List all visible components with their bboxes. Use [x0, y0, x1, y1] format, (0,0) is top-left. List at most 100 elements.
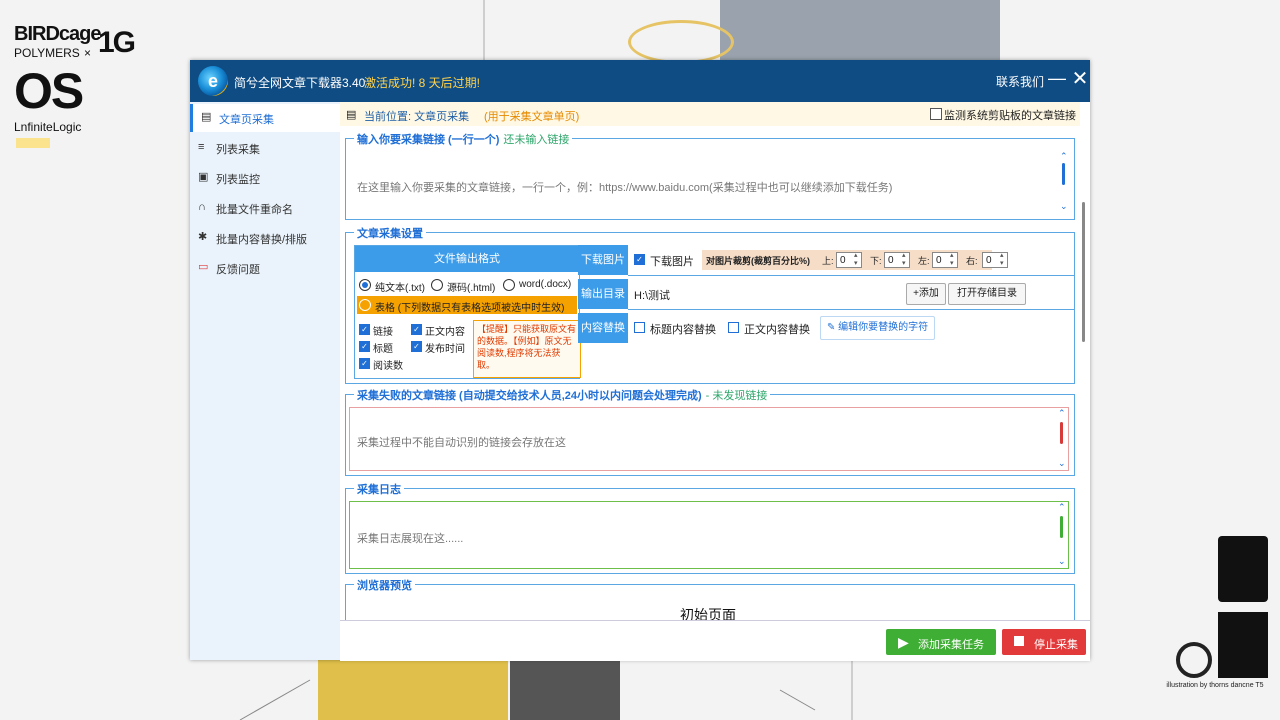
content-replace-row: 标题内容替换 正文内容替换 ✎ 编辑你要替换的字符	[628, 313, 1074, 343]
poster-circle-logo	[1176, 642, 1212, 678]
format-table-option[interactable]: 表格 (下列数据只有表格选项被选中时生效)	[357, 296, 577, 314]
location-document-icon: ▤	[346, 109, 357, 121]
scrollbar-thumb[interactable]	[1060, 422, 1063, 444]
title-bar: e 简兮全网文章下载器3.40 激活成功! 8 天后过期! 联系我们 — ✕	[190, 60, 1090, 102]
edit-replace-button[interactable]: ✎ 编辑你要替换的字符	[820, 316, 936, 340]
format-docx-radio[interactable]	[503, 279, 515, 291]
field-title-label: 标题	[373, 344, 393, 355]
crop-right-input[interactable]: 0	[982, 252, 1008, 268]
format-table-label: 表格 (下列数据只有表格选项被选中时生效)	[375, 303, 565, 314]
sidebar-item-article-page[interactable]: ▤ 文章页采集	[190, 104, 340, 132]
format-html-radio[interactable]	[431, 279, 443, 291]
poster-halo	[628, 20, 734, 64]
log-group: 采集日志 采集日志展现在这...... ⌃ ⌄	[345, 481, 1075, 574]
sidebar-item-batch-rename[interactable]: ∩ 批量文件重命名	[190, 194, 340, 222]
format-txt-label: 纯文本(.txt)	[375, 283, 425, 294]
failed-links-box[interactable]: 采集过程中不能自动识别的链接会存放在这 ⌃ ⌄	[349, 407, 1069, 471]
sidebar-item-feedback[interactable]: ▭ 反馈问题	[190, 254, 340, 282]
sidebar-item-batch-replace[interactable]: ✱ 批量内容替换/排版	[190, 224, 340, 252]
clipboard-monitor-label: 监测系统剪贴板的文章链接	[944, 110, 1076, 122]
poster-brand: BIRDcage POLYMERS × 1G OS LnfiniteLogic	[14, 24, 136, 148]
crop-label: 对图片裁剪(裁剪百分比%)	[706, 256, 810, 266]
monitor-icon: ▣	[198, 171, 209, 183]
scroll-down-icon[interactable]: ⌄	[1058, 556, 1066, 567]
sidebar-item-label: 列表采集	[216, 144, 260, 156]
poster-yellow-device	[318, 660, 508, 720]
crop-left-input[interactable]: 0	[932, 252, 958, 268]
failed-links-placeholder: 采集过程中不能自动识别的链接会存放在这	[357, 437, 566, 449]
sidebar-item-label: 文章页采集	[219, 114, 274, 126]
field-reads-checkbox[interactable]: ✓	[359, 358, 370, 369]
sidebar-item-list-collect[interactable]: ≡ 列表采集	[190, 134, 340, 162]
failed-links-group: 采集失败的文章链接 (自动提交给技术人员,24小时以内问题会处理完成) - 未发现…	[345, 387, 1075, 476]
scroll-up-icon[interactable]: ⌃	[1058, 502, 1066, 513]
sidebar-item-list-monitor[interactable]: ▣ 列表监控	[190, 164, 340, 192]
main-scrollbar[interactable]	[1082, 202, 1085, 342]
sidebar-item-label: 列表监控	[216, 174, 260, 186]
play-icon: ▶	[898, 634, 909, 650]
format-txt-radio[interactable]	[359, 279, 371, 291]
scroll-up-icon[interactable]: ⌃	[1060, 151, 1068, 162]
scroll-up-icon[interactable]: ⌃	[1058, 408, 1066, 419]
sidebar: ▤ 文章页采集 ≡ 列表采集 ▣ 列表监控 ∩ 批量文件重命名 ✱ 批量内容替换…	[190, 102, 340, 660]
scroll-down-icon[interactable]: ⌄	[1060, 201, 1068, 212]
format-table-radio[interactable]	[359, 299, 371, 311]
output-dir-row-label: 输出目录	[578, 279, 628, 309]
body-replace-label: 正文内容替换	[744, 324, 810, 336]
title-replace-label: 标题内容替换	[650, 324, 716, 336]
list-search-icon: ≡	[198, 141, 205, 153]
download-images-label: 下载图片	[650, 256, 694, 268]
add-task-label: 添加采集任务	[918, 639, 984, 651]
stop-button[interactable]: 停止采集	[1002, 629, 1086, 655]
open-dir-button[interactable]: 打开存储目录	[948, 283, 1026, 305]
scroll-down-icon[interactable]: ⌄	[1058, 458, 1066, 469]
log-group-title: 采集日志	[354, 481, 404, 497]
field-link-label: 链接	[373, 327, 393, 338]
crop-bottom-label: 下:	[870, 256, 882, 266]
log-box[interactable]: 采集日志展现在这...... ⌃ ⌄	[349, 501, 1069, 569]
failed-links-title: 采集失败的文章链接 (自动提交给技术人员,24小时以内问题会处理完成) - 未发现…	[354, 387, 771, 403]
poster-brand-1g: 1G	[98, 26, 136, 59]
links-input[interactable]: 在这里输入你要采集的文章链接，一行一个，例：https://www.baidu.…	[348, 149, 1070, 215]
crop-bottom-input[interactable]: 0	[884, 252, 910, 268]
output-format-header: 文件输出格式	[355, 246, 579, 272]
breadcrumb: 当前位置: 文章页采集	[364, 111, 470, 123]
crop-right-label: 右:	[966, 256, 978, 266]
links-status: 还未输入链接	[503, 134, 570, 146]
settings-group: 文章采集设置 文件输出格式 纯文本(.txt) 源码(.html) word(.…	[345, 225, 1075, 384]
app-logo-icon: e	[198, 66, 228, 96]
location-bar: ▤ 当前位置: 文章页采集 (用于采集文章单页) 监测系统剪贴板的文章链接	[340, 102, 1080, 126]
field-date-label: 发布时间	[425, 344, 465, 355]
browser-preview-group: 浏览器预览 初始页面	[345, 577, 1075, 625]
field-body-checkbox[interactable]: ✓	[411, 324, 422, 335]
browser-preview-title: 浏览器预览	[354, 577, 415, 593]
replace-icon: ✱	[198, 231, 208, 243]
clipboard-monitor-checkbox[interactable]	[930, 108, 942, 120]
poster-signature-logo-2	[1218, 612, 1268, 678]
minimize-button[interactable]: —	[1048, 68, 1066, 89]
pencil-icon: ✎	[827, 322, 839, 333]
close-button[interactable]: ✕	[1070, 66, 1090, 91]
poster-dark-device	[510, 660, 620, 720]
add-task-button[interactable]: ▶ 添加采集任务	[886, 629, 996, 655]
contact-us-link[interactable]: 联系我们	[996, 73, 1044, 90]
poster-credit: illustration by thorns dancne T5	[1166, 682, 1264, 689]
scrollbar-thumb[interactable]	[1062, 163, 1065, 185]
body-replace-checkbox[interactable]	[728, 322, 739, 333]
output-dir-input[interactable]: H:\测试	[634, 287, 670, 303]
links-group-title: 输入你要采集链接 (一行一个) 还未输入链接	[354, 131, 573, 147]
field-body-label: 正文内容	[425, 327, 465, 338]
field-date-checkbox[interactable]: ✓	[411, 341, 422, 352]
field-link-checkbox[interactable]: ✓	[359, 324, 370, 335]
scrollbar-thumb[interactable]	[1060, 516, 1063, 538]
crop-left-label: 左:	[918, 256, 930, 266]
app-title: 简兮全网文章下载器3.40	[234, 76, 366, 90]
add-dir-button[interactable]: +添加	[906, 283, 946, 305]
crop-top-input[interactable]: 0	[836, 252, 862, 268]
download-images-checkbox[interactable]: ✓	[634, 254, 645, 265]
activation-status: 激活成功! 8 天后过期!	[364, 76, 481, 90]
field-title-checkbox[interactable]: ✓	[359, 341, 370, 352]
stop-label: 停止采集	[1034, 639, 1078, 651]
title-replace-checkbox[interactable]	[634, 322, 645, 333]
output-format-panel: 文件输出格式 纯文本(.txt) 源码(.html) word(.docx) 表…	[354, 245, 581, 379]
